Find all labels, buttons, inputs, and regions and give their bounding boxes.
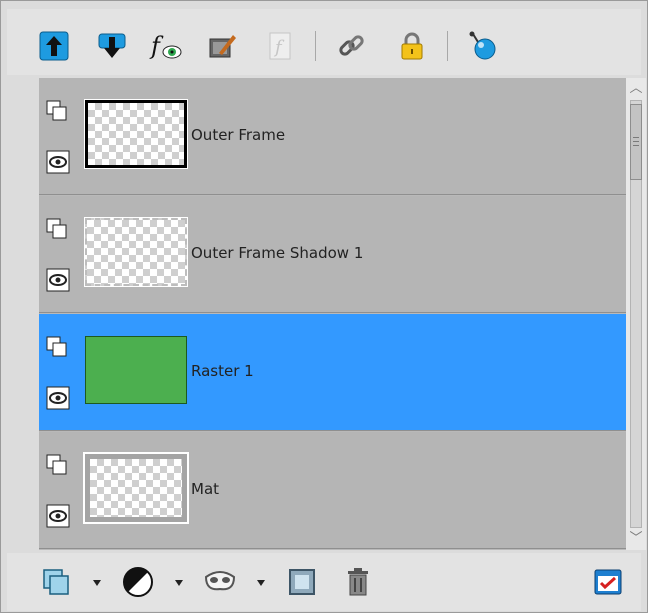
scrollbar-thumb[interactable] [630,104,642,180]
layers-bottom-toolbar [7,553,641,611]
function-icon-disabled: f [263,29,297,63]
bubble-icon[interactable] [465,29,499,63]
layer-duplicate-icon[interactable] [46,336,70,360]
toolbar-separator [315,31,316,61]
layer-thumbnail [85,336,187,404]
layers-toolbar: f f [7,9,641,75]
layer-row-outer-frame-shadow[interactable]: Outer Frame Shadow 1 [39,196,626,313]
layer-row-mat[interactable]: Mat [39,432,626,549]
visibility-eye-icon[interactable] [46,386,70,410]
new-mask-icon[interactable] [203,565,237,599]
layer-name: Outer Frame Shadow 1 [191,244,364,262]
link-icon[interactable] [335,29,369,63]
lock-icon[interactable] [395,29,429,63]
new-raster-layer-icon[interactable] [39,565,73,599]
scroll-up-icon[interactable]: ︿ [628,81,644,97]
svg-text:f: f [149,32,164,60]
chevron-down-icon[interactable] [175,580,183,586]
vertical-scrollbar[interactable]: ︿ ﹀ [626,78,646,550]
layer-duplicate-icon[interactable] [46,100,70,124]
layer-name: Mat [191,480,220,498]
visibility-eye-icon[interactable] [46,504,70,528]
layers-palette: f f Outer Frame Outer Frame Shadow 1 Ras… [0,0,648,613]
chevron-down-icon[interactable] [93,580,101,586]
scroll-down-icon[interactable]: ﹀ [628,531,644,547]
new-group-icon[interactable] [285,565,319,599]
new-adjustment-layer-icon[interactable] [121,565,155,599]
layer-row-raster-1[interactable]: Raster 1 [39,314,626,431]
visibility-eye-icon[interactable] [46,150,70,174]
layer-thumbnail [84,217,188,287]
chevron-down-icon[interactable] [257,580,265,586]
layer-row-outer-frame[interactable]: Outer Frame [39,78,626,195]
layer-duplicate-icon[interactable] [46,454,70,478]
layer-properties-icon[interactable] [591,565,625,599]
layer-styles-icon[interactable]: f [149,29,183,63]
layer-list: Outer Frame Outer Frame Shadow 1 Raster … [39,78,626,550]
edit-layer-icon[interactable] [205,29,239,63]
delete-layer-icon[interactable] [341,565,375,599]
move-layer-down-icon[interactable] [95,29,129,63]
move-layer-up-icon[interactable] [37,29,71,63]
layer-thumbnail [84,99,188,169]
visibility-eye-icon[interactable] [46,268,70,292]
layer-duplicate-icon[interactable] [46,218,70,242]
layer-name: Raster 1 [191,362,254,380]
layer-name: Outer Frame [191,126,286,144]
toolbar-separator [447,31,448,61]
layer-thumbnail [83,452,189,524]
